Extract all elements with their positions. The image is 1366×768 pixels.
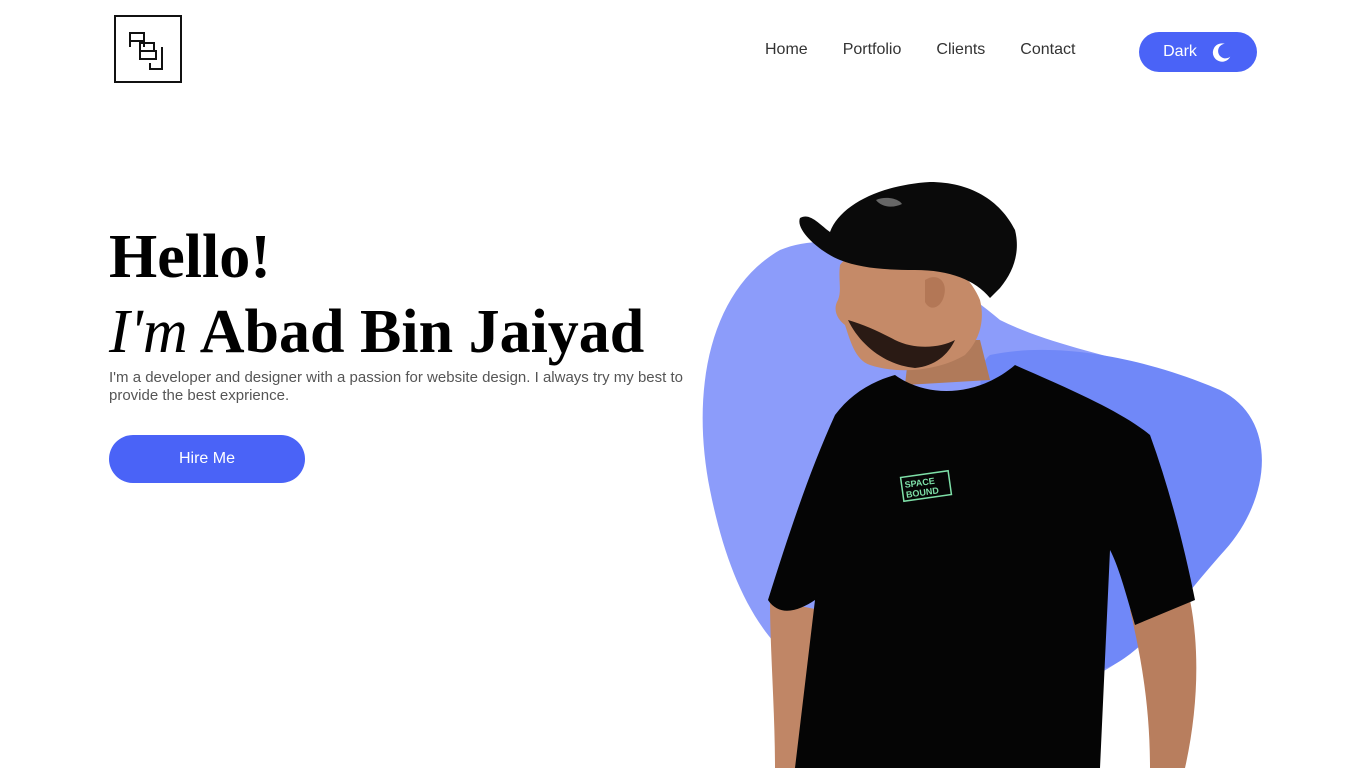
nav-home[interactable]: Home [765,41,808,59]
hero-name: Abad Bin Jaiyad [199,298,645,366]
hero-name-line: I'm Abad Bin Jaiyad [109,297,644,367]
nav-contact[interactable]: Contact [1020,41,1075,59]
logo[interactable] [114,15,182,83]
dark-mode-toggle[interactable]: Dark [1139,32,1257,72]
hire-me-button[interactable]: Hire Me [109,435,305,483]
logo-mark-icon [129,32,163,70]
nav-clients[interactable]: Clients [936,41,985,59]
dark-mode-label: Dark [1163,43,1197,60]
hero-illustration: SPACE BOUND [702,182,1262,768]
hero-name-prefix: I'm [109,298,188,366]
main-nav: Home Portfolio Clients Contact [765,41,1110,59]
nav-portfolio[interactable]: Portfolio [843,41,902,59]
page: Home Portfolio Clients Contact Dark Hell… [0,0,1366,768]
hero-description: I'm a developer and designer with a pass… [109,369,683,404]
hero-greeting: Hello! [109,223,271,291]
moon-icon [1212,43,1231,62]
